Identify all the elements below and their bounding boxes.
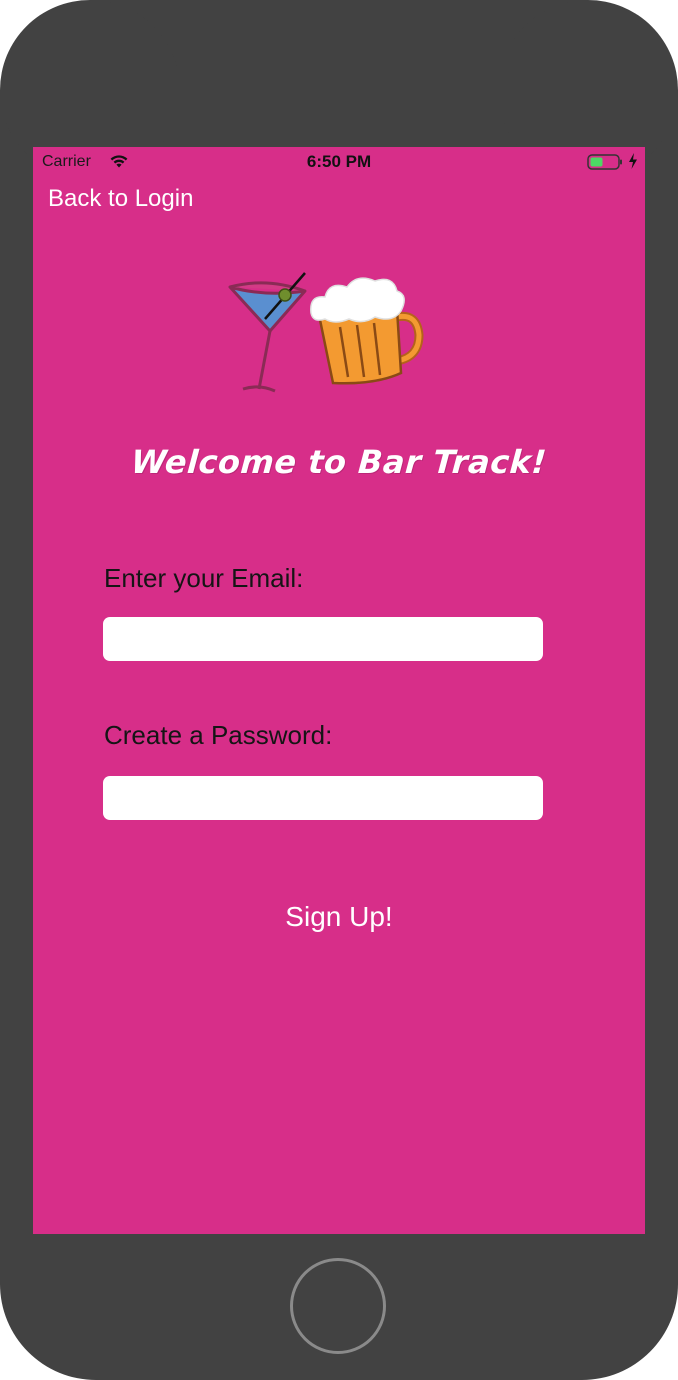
email-field[interactable]: [103, 617, 543, 661]
charging-bolt-icon: [629, 153, 637, 169]
martini-glass-icon: [228, 272, 307, 393]
welcome-title: Welcome to Bar Track!: [129, 443, 549, 481]
back-to-login-button[interactable]: Back to Login: [48, 185, 193, 213]
device-top-right-corner: [498, 0, 678, 180]
password-field[interactable]: [103, 776, 543, 820]
drinks-logo: [228, 272, 424, 393]
password-label: Create a Password:: [104, 720, 333, 750]
beer-mug-icon: [310, 277, 424, 385]
status-bar: Carrier 6:50 PM: [33, 147, 645, 177]
status-time: 6:50 PM: [306, 152, 372, 171]
sign-up-button[interactable]: Sign Up!: [33, 900, 645, 934]
battery-icon: [587, 154, 622, 170]
phone-device-frame: Carrier 6:50 PM Back to Login Welcome to…: [0, 0, 678, 1380]
email-label: Enter your Email:: [104, 563, 304, 593]
app-screen: Carrier 6:50 PM Back to Login Welcome to…: [33, 147, 645, 1234]
home-button[interactable]: [290, 1258, 386, 1354]
device-top-left-corner: [0, 0, 180, 180]
